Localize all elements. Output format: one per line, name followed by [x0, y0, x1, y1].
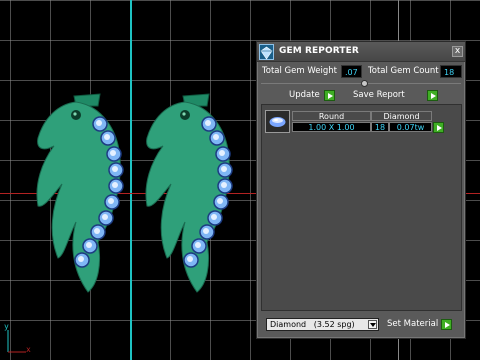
gem-list: Round Diamond 1.00 X 1.00 18 0.07tw [261, 104, 462, 311]
gem-pendant-model-left[interactable] [24, 88, 128, 298]
material-select-value: Diamond (3.52 spg) [270, 320, 355, 329]
material-row: Diamond (3.52 spg) Set Material [257, 317, 465, 332]
gem-stone-highlight [108, 198, 114, 204]
gem-stone-highlight [96, 120, 102, 126]
gem-row-select-button[interactable] [433, 122, 444, 133]
gem-stone-highlight [86, 242, 92, 248]
set-material-button[interactable] [441, 319, 452, 330]
gem-size-value: 1.00 X 1.00 [292, 122, 371, 132]
totals-row: Total Gem Weight .07 Total Gem Count 18 [259, 64, 464, 79]
gem-stone-highlight [78, 256, 84, 262]
close-button[interactable]: x [452, 46, 463, 57]
gem-stone-highlight [217, 198, 223, 204]
gem-pendant-model-right[interactable] [133, 88, 237, 298]
pendant-eye-highlight [73, 112, 77, 116]
total-gem-weight-label: Total Gem Weight [262, 66, 337, 76]
gem-stone-highlight [104, 134, 110, 140]
gem-stone-highlight [211, 214, 217, 220]
axis-y-label: y [4, 322, 9, 331]
gem-reporter-icon [259, 44, 274, 60]
gem-stone-highlight [187, 256, 193, 262]
total-gem-count-value: 18 [440, 65, 462, 78]
total-gem-weight-value: .07 [341, 65, 362, 78]
gem-stone-highlight [205, 120, 211, 126]
pendant-eye-highlight [182, 112, 186, 116]
gem-stone-highlight [94, 228, 100, 234]
total-gem-count-label: Total Gem Count [368, 66, 439, 76]
panel-titlebar[interactable]: GEM REPORTER x [257, 42, 465, 62]
gem-weight-value: 0.07tw [389, 122, 432, 132]
gem-stone-highlight [112, 166, 118, 172]
gem-stone-highlight [219, 150, 225, 156]
slider-knob[interactable] [361, 80, 368, 87]
dropdown-arrow-icon[interactable] [368, 320, 377, 329]
shape-header: Round [292, 111, 371, 121]
action-row: Update Save Report [257, 89, 465, 103]
round-stone-thumbnail [265, 110, 290, 133]
gem-stone-highlight [112, 182, 118, 188]
gem-stone-highlight [221, 166, 227, 172]
gem-stone-highlight [213, 134, 219, 140]
material-select[interactable]: Diamond (3.52 spg) [266, 318, 379, 331]
save-report-button[interactable] [427, 90, 438, 101]
gem-reporter-panel: GEM REPORTER x Total Gem Weight .07 Tota… [256, 41, 466, 339]
set-material-label: Set Material [387, 319, 439, 329]
save-report-label: Save Report [353, 90, 405, 100]
gem-stone-highlight [110, 150, 116, 156]
update-button[interactable] [324, 90, 335, 101]
gem-stone-highlight [195, 242, 201, 248]
axis-x-label: x [26, 345, 31, 354]
gem-stone-highlight [102, 214, 108, 220]
panel-title: GEM REPORTER [279, 46, 359, 56]
gem-stone-highlight [221, 182, 227, 188]
gem-count-value: 18 [371, 122, 389, 132]
gem-stone-highlight [203, 228, 209, 234]
y-axis-line [130, 0, 132, 360]
update-label: Update [289, 90, 320, 100]
material-header: Diamond [371, 111, 432, 121]
panel-slider[interactable] [261, 80, 461, 88]
